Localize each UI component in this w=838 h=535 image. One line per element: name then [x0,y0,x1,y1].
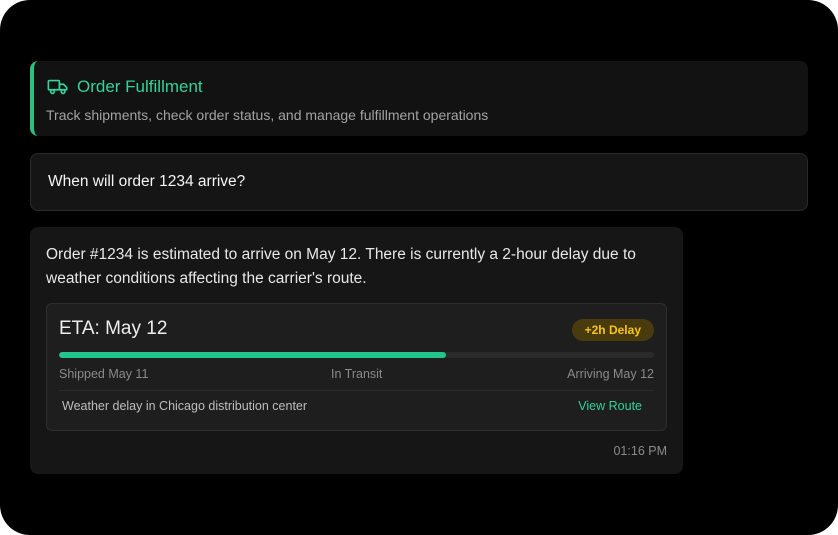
view-route-link[interactable]: View Route [578,399,642,413]
assistant-message-bubble: Order #1234 is estimated to arrive on Ma… [30,227,683,474]
shipment-card: ETA: May 12 +2h Delay Shipped May 11 In … [46,303,667,431]
progress-fill [59,352,446,358]
fulfillment-header: Order Fulfillment Track shipments, check… [30,61,808,136]
stage-in-transit: In Transit [331,367,383,381]
delay-badge: +2h Delay [571,319,654,341]
page-title: Order Fulfillment [77,77,203,96]
user-message-text: When will order 1234 arrive? [48,173,246,190]
eta-label: ETA: May 12 [59,318,168,339]
user-message-bubble: When will order 1234 arrive? [30,153,808,211]
truck-icon [47,79,68,95]
page-subtitle: Track shipments, check order status, and… [46,107,489,123]
stage-shipped: Shipped May 11 [59,367,149,381]
progress-track [59,352,654,358]
message-timestamp: 01:16 PM [613,444,667,458]
stage-arriving: Arriving May 12 [567,367,654,381]
assistant-message-text: Order #1234 is estimated to arrive on Ma… [46,246,636,287]
app-frame: Order Fulfillment Track shipments, check… [0,0,838,535]
delay-note: Weather delay in Chicago distribution ce… [62,399,308,413]
header-title-row: Order Fulfillment [47,77,203,97]
card-divider [59,390,654,391]
